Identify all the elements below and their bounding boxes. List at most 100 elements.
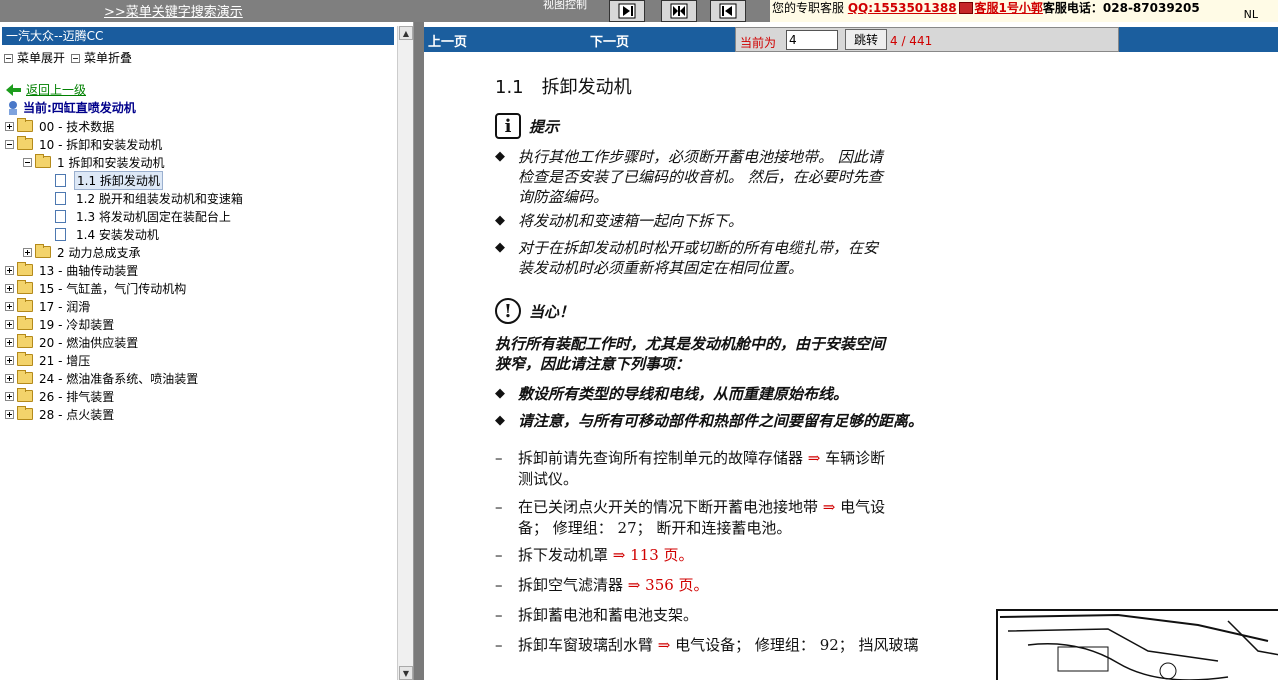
tree-item-10-2[interactable]: 2 动力总成支承 (23, 243, 142, 261)
collapse-toggle-icon[interactable] (23, 157, 32, 167)
arrow-left-bar-icon (719, 3, 737, 19)
tree-item-20[interactable]: 20 - 燃油供应装置 (5, 333, 140, 351)
step-item: – 拆下发动机罩 ⇒ 113 页。 (495, 546, 694, 564)
expand-toggle-icon[interactable] (5, 391, 14, 401)
expand-toggle-icon[interactable] (5, 283, 14, 293)
scroll-up-icon[interactable]: ▲ (399, 26, 413, 40)
document-icon (55, 191, 66, 205)
expand-toggle-icon[interactable] (5, 319, 14, 329)
caution-text: 执行所有装配工作时，尤其是发动机舱中的，由于安装空间狭窄，因此请注意下列事项： (495, 335, 886, 373)
expand-toggle-icon[interactable] (5, 373, 14, 383)
view-split-button[interactable] (661, 0, 697, 22)
tree-item-1-2[interactable]: 1.2 脱开和组装发动机和变速箱 (55, 189, 245, 207)
arrow-link-icon[interactable]: ⇒ (808, 449, 821, 467)
tree-item-24[interactable]: 24 - 燃油准备系统、喷油装置 (5, 369, 200, 387)
arrow-link-icon[interactable]: ⇒ (658, 636, 671, 654)
folder-open-icon (35, 154, 51, 168)
section-title: 1.1 拆卸发动机 (495, 77, 632, 98)
tree-item-28[interactable]: 28 - 点火装置 (5, 405, 116, 423)
expand-toggle-icon[interactable] (23, 247, 32, 257)
tree-item-1-4[interactable]: 1.4 安装发动机 (55, 225, 161, 243)
pager: 当前为 跳转 4 / 441 (735, 27, 1119, 52)
folder-icon (17, 352, 33, 366)
arrow-link-icon: ⇒ (627, 576, 641, 594)
menu-expand-button[interactable]: 菜单展开 (4, 49, 65, 66)
expand-toggle-icon[interactable] (5, 337, 14, 347)
back-link[interactable]: 返回上一级 (26, 81, 86, 98)
folder-open-icon (17, 136, 33, 150)
split-arrows-icon (670, 3, 688, 19)
arrow-link-icon[interactable]: ⇒ (823, 498, 836, 516)
warning-icon: ! (495, 298, 521, 324)
expand-toggle-icon[interactable] (5, 355, 14, 365)
service-agent-link[interactable]: 客服1号小郭 (975, 1, 1043, 15)
tree-item-1-3[interactable]: 1.3 将发动机固定在装配台上 (55, 207, 233, 225)
service-phone: 客服电话：028-87039205 (1042, 1, 1200, 15)
jump-button[interactable]: 跳转 (845, 29, 887, 50)
banner-corner-text: NL (1243, 8, 1258, 21)
keyword-search-demo-link[interactable]: >>菜单关键字搜索演示 (104, 1, 243, 20)
caution-heading: ! 当心！ (495, 298, 574, 324)
collapse-toggle-icon[interactable] (5, 139, 14, 149)
expand-toggle-icon[interactable] (5, 409, 14, 419)
engine-location-icon (9, 100, 17, 115)
folder-icon (17, 316, 33, 330)
tree-item-15[interactable]: 15 - 气缸盖，气门传动机构 (5, 279, 188, 297)
engine-bay-figure (996, 609, 1278, 680)
page-ref-link[interactable]: ⇒ 356 页。 (623, 576, 709, 594)
engine-bay-illustration (999, 613, 1278, 680)
page-ref-link[interactable]: ⇒ 113 页。 (608, 546, 694, 564)
phone-icon (958, 2, 973, 14)
manual-page: 1.1 拆卸发动机 i 提示 ◆ 执行其他工作步骤时，必须断开蓄电池接地带。 因此… (424, 52, 1278, 680)
view-first-button[interactable] (609, 0, 645, 22)
back-arrow-icon (6, 83, 21, 96)
view-control-label: 视图控制 (543, 0, 587, 11)
folder-icon (17, 298, 33, 312)
content-panel: 上一页 下一页 当前为 跳转 4 / 441 1.1 拆卸发动机 i 提示 ◆执… (424, 22, 1278, 680)
expand-toggle-icon[interactable] (5, 301, 14, 311)
menu-panel: 一汽大众--迈腾CC 菜单展开 菜单折叠 返回上一级 当前:四缸直喷发动机 00… (0, 22, 414, 680)
document-icon (55, 173, 66, 187)
current-page-label: 当前为 (740, 36, 777, 50)
tree-item-21[interactable]: 21 - 增压 (5, 351, 92, 369)
service-prefix: 您的专职客服 (772, 1, 845, 15)
tree-item-13[interactable]: 13 - 曲轴传动装置 (5, 261, 140, 279)
tree-item-00[interactable]: 00 - 技术数据 (5, 117, 116, 135)
view-last-button[interactable] (710, 0, 746, 22)
expand-toggle-icon[interactable] (5, 121, 14, 131)
folder-icon (17, 370, 33, 384)
tree-item-17[interactable]: 17 - 润滑 (5, 297, 92, 315)
step-item: – 拆卸空气滤清器 ⇒ 356 页。 (495, 576, 709, 594)
folder-icon (35, 244, 51, 258)
folder-icon (17, 388, 33, 402)
page-nav-bar: 上一页 下一页 当前为 跳转 4 / 441 (424, 27, 1278, 52)
tree-item-1-1[interactable]: 1.1 拆卸发动机 (55, 170, 163, 190)
scroll-down-icon[interactable]: ▼ (399, 666, 413, 680)
tree-item-10-1[interactable]: 1 拆卸和安装发动机 (23, 153, 166, 171)
note-item: ◆ 对于在拆卸发动机时松开或切断的所有电缆扎带，在安装发动机时必须重新将其固定在相… (495, 239, 879, 277)
tree-item-19[interactable]: 19 - 冷却装置 (5, 315, 116, 333)
caution-item: ◆ 请注意，与所有可移动部件和热部件之间要留有足够的距离。 (495, 412, 924, 430)
caution-item: ◆ 敷设所有类型的导线和电线，从而重建原始布线。 (495, 385, 849, 403)
top-bar: >>菜单关键字搜索演示 视图控制 您的专职客服 QQ:1553501388 客服1… (0, 0, 1278, 22)
current-location: 当前:四缸直喷发动机 (6, 99, 136, 116)
step-item: – 拆卸前请先查询所有控制单元的故障存储器 ⇒ 车辆诊断测试仪。 (495, 449, 886, 488)
arrow-right-bar-icon (618, 3, 636, 19)
step-item: – 在已关闭点火开关的情况下断开蓄电池接地带 ⇒ 电气设备； 修理组： 27； 断… (495, 498, 886, 537)
folder-icon (17, 262, 33, 276)
next-page-button[interactable]: 下一页 (590, 31, 629, 50)
menu-scrollbar[interactable]: ▲ ▼ (397, 26, 413, 680)
menu-collapse-button[interactable]: 菜单折叠 (71, 49, 132, 66)
info-icon: i (495, 113, 521, 139)
document-icon (55, 227, 66, 241)
service-qq-link[interactable]: QQ:1553501388 (848, 1, 957, 15)
collapse-icon (71, 54, 81, 63)
expand-toggle-icon[interactable] (5, 265, 14, 275)
folder-icon (17, 406, 33, 420)
page-number-input[interactable] (786, 30, 838, 50)
tree-item-26[interactable]: 26 - 排气装置 (5, 387, 116, 405)
tree-item-10[interactable]: 10 - 拆卸和安装发动机 (5, 135, 164, 153)
prev-page-button[interactable]: 上一页 (428, 31, 467, 50)
folder-icon (17, 334, 33, 348)
back-row: 返回上一级 (6, 81, 86, 98)
